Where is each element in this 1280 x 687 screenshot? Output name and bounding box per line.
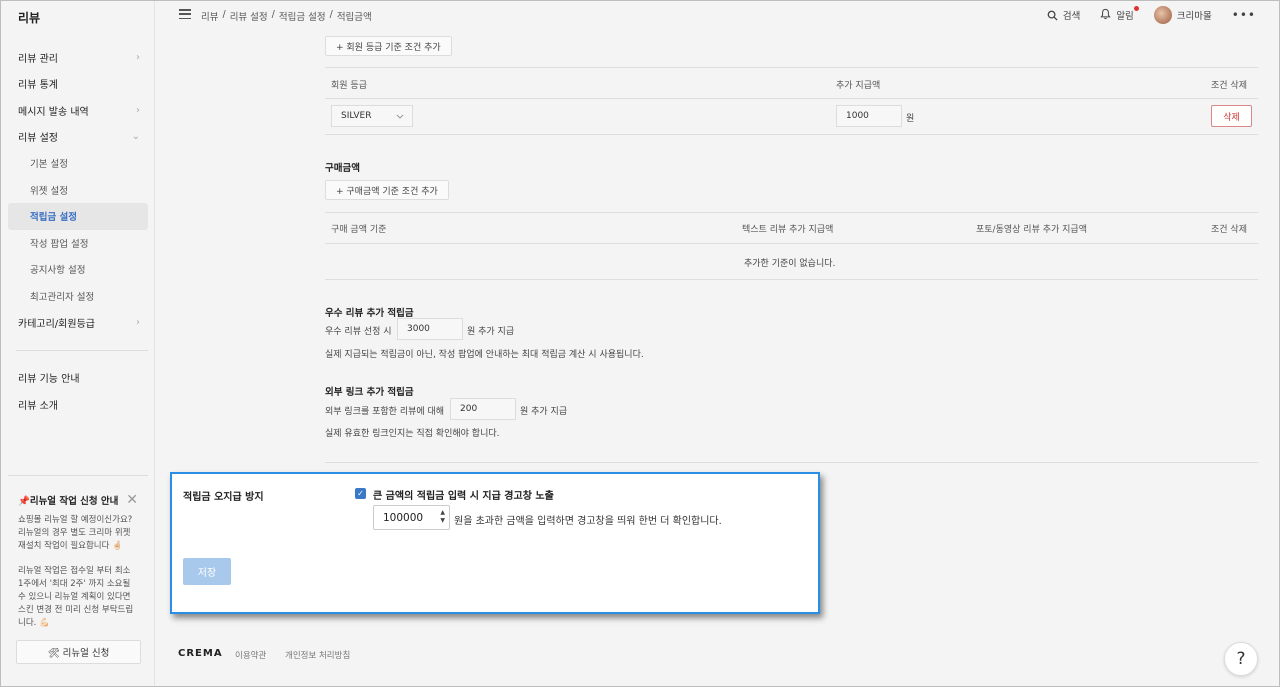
chevron-down-icon — [396, 114, 404, 119]
column-header: 구매 금액 기준 — [331, 225, 387, 235]
sidebar: 리뷰 리뷰 관리 › 리뷰 통계 메시지 발송 내역 › 리뷰 설정 ⌄ 기본 설정 … — [0, 0, 155, 687]
threshold-stepper[interactable]: 100000 ▲ ▼ — [373, 505, 450, 530]
sidebar-sub-notice-settings[interactable]: 공지사항 설정 — [8, 256, 148, 283]
overpay-title: 적립금 오지급 방지 — [183, 492, 264, 503]
empty-state: 추가한 기준이 없습니다. — [744, 259, 836, 269]
breadcrumb-review-settings[interactable]: 리뷰 설정 — [230, 9, 268, 23]
best-review-note: 실제 지급되는 적립금이 아닌, 작성 팝업에 안내하는 최대 적립금 계산 시… — [325, 350, 644, 360]
overpay-warning-checkbox[interactable]: ✓ — [355, 488, 366, 499]
grade-amount-input[interactable]: 1000 — [836, 105, 902, 127]
renewal-request-button[interactable]: 🛠 리뉴얼 신청 — [16, 640, 141, 664]
column-header: 텍스트 리뷰 추가 지급액 — [742, 225, 834, 235]
stepper-down-icon[interactable]: ▼ — [440, 517, 445, 525]
app-title[interactable]: 리뷰 — [18, 9, 40, 26]
privacy-link[interactable]: 개인정보 처리방침 — [285, 649, 350, 661]
close-icon[interactable]: ✕ — [126, 492, 138, 508]
sidebar-sub-widget-settings[interactable]: 위젯 설정 — [8, 177, 148, 204]
sidebar-sub-popup-settings[interactable]: 작성 팝업 설정 — [8, 230, 148, 257]
sidebar-item-message-history[interactable]: 메시지 발송 내역 › — [8, 97, 148, 124]
chevron-right-icon: › — [136, 51, 140, 63]
sidebar-divider — [16, 349, 148, 351]
search-icon — [1047, 10, 1058, 21]
breadcrumb-review[interactable]: 리뷰 — [201, 9, 218, 23]
notice-title: 📌리뉴얼 작업 신청 안내 — [18, 496, 119, 507]
sidebar-nav: 리뷰 관리 › 리뷰 통계 메시지 발송 내역 › 리뷰 설정 ⌄ 기본 설정 위젯 … — [8, 44, 148, 418]
top-header: 리뷰 / 리뷰 설정 / 적립금 설정 / 적립금액 검색 알림 크리마몰 ••… — [155, 0, 1280, 30]
terms-link[interactable]: 이용약관 — [235, 649, 266, 661]
column-header: 회원 등급 — [331, 81, 367, 91]
breadcrumb-reward-amount: 적립금액 — [336, 12, 372, 23]
delete-condition-button[interactable]: 삭제 — [1211, 105, 1252, 127]
column-header: 조건 삭제 — [1211, 81, 1247, 91]
grade-select[interactable]: SILVER — [331, 105, 413, 127]
alarm-button[interactable]: 알림 — [1100, 6, 1139, 23]
breadcrumb-reward-settings[interactable]: 적립금 설정 — [279, 9, 326, 23]
renewal-notice: 📌리뉴얼 작업 신청 안내 ✕ 쇼핑몰 리뉴얼 할 예정이신가요? 리뉴얼의 경… — [8, 475, 148, 630]
sidebar-item-review-intro[interactable]: 리뷰 소개 — [8, 391, 148, 418]
notification-badge — [1133, 6, 1139, 11]
overpay-checkbox-label[interactable]: 큰 금액의 적립금 입력 시 지급 경고창 노출 — [373, 487, 554, 502]
external-link-note: 실제 유효한 링크인지는 직접 확인해야 합니다. — [325, 429, 500, 439]
external-link-title: 외부 링크 추가 적립금 — [325, 387, 414, 398]
user-name: 크리마몰 — [1176, 11, 1212, 22]
search-button[interactable]: 검색 — [1047, 8, 1080, 22]
user-menu[interactable]: 크리마몰 — [1153, 6, 1212, 24]
stepper-up-icon[interactable]: ▲ — [440, 509, 445, 517]
best-review-amount-input[interactable]: 3000 — [397, 318, 463, 340]
sidebar-sub-basic-settings[interactable]: 기본 설정 — [8, 150, 148, 177]
sidebar-sub-reward-settings[interactable]: 적립금 설정 — [8, 203, 148, 230]
sidebar-item-category-grade[interactable]: 카테고리/회원등급 › — [8, 309, 148, 336]
purchase-section-title: 구매금액 — [325, 163, 360, 174]
sidebar-item-feature-guide[interactable]: 리뷰 기능 안내 — [8, 365, 148, 392]
add-grade-condition-button[interactable]: + 회원 등급 기준 조건 추가 — [325, 36, 452, 56]
menu-icon[interactable] — [179, 9, 191, 20]
sidebar-sub-admin-settings[interactable]: 최고관리자 설정 — [8, 283, 148, 310]
bell-icon — [1100, 8, 1111, 19]
chevron-right-icon: › — [136, 316, 140, 328]
avatar — [1153, 6, 1172, 24]
column-header: 포토/동영상 리뷰 추가 지급액 — [976, 225, 1087, 235]
add-purchase-condition-button[interactable]: + 구매금액 기준 조건 추가 — [325, 180, 449, 200]
save-button[interactable]: 저장 — [183, 558, 231, 585]
chevron-down-icon: ⌄ — [131, 131, 140, 143]
help-button[interactable]: ? — [1224, 642, 1258, 676]
sidebar-item-review-management[interactable]: 리뷰 관리 › — [8, 44, 148, 71]
external-link-amount-input[interactable]: 200 — [450, 398, 516, 420]
best-review-title: 우수 리뷰 추가 적립금 — [325, 308, 414, 319]
notice-body: 쇼핑몰 리뉴얼 할 예정이신가요? 리뉴얼의 경우 별도 크리마 위젯 재설치 … — [18, 515, 134, 628]
crema-logo: CREMA — [178, 648, 223, 659]
sidebar-item-review-settings[interactable]: 리뷰 설정 ⌄ — [8, 124, 148, 151]
threshold-hint: 원을 초과한 금액을 입력하면 경고창을 띄워 한번 더 확인합니다. — [454, 516, 722, 527]
more-icon[interactable]: ••• — [1232, 8, 1256, 22]
column-header: 추가 지급액 — [836, 81, 881, 91]
breadcrumb: 리뷰 / 리뷰 설정 / 적립금 설정 / 적립금액 — [201, 9, 372, 23]
sidebar-item-review-stats[interactable]: 리뷰 통계 — [8, 71, 148, 98]
chevron-right-icon: › — [136, 104, 140, 116]
column-header: 조건 삭제 — [1211, 225, 1247, 235]
overpay-prevention-card: 적립금 오지급 방지 ✓ 큰 금액의 적립금 입력 시 지급 경고창 노출 10… — [170, 472, 820, 614]
